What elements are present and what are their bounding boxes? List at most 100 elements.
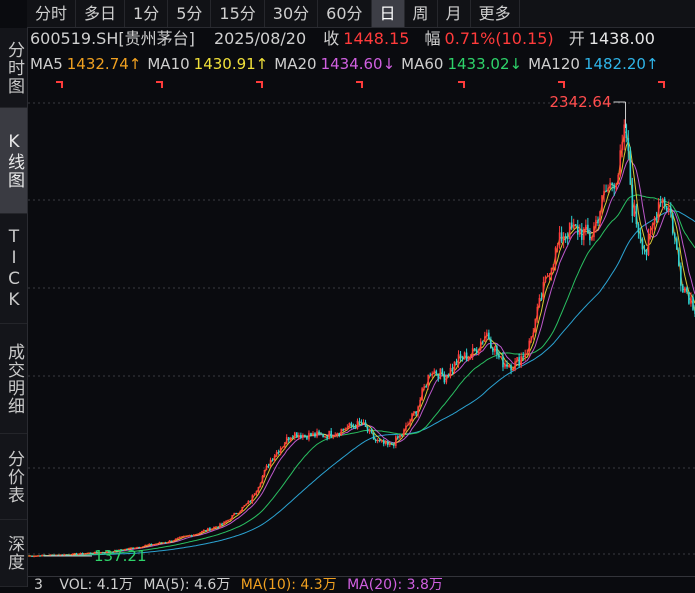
candle-body-206 bbox=[443, 375, 446, 383]
period-marker-5 bbox=[558, 81, 565, 88]
side-tab-5[interactable]: 深度 bbox=[0, 520, 27, 587]
period-tab-3[interactable]: 5分 bbox=[168, 0, 212, 27]
kline-chart-svg[interactable]: 2342.64 137.21 bbox=[28, 76, 695, 576]
side-tab-2[interactable]: TICK bbox=[0, 214, 27, 324]
candle-body-239 bbox=[510, 365, 512, 371]
candle-body-89 bbox=[207, 528, 209, 531]
candle-body-245 bbox=[522, 356, 524, 358]
candle-body-320 bbox=[673, 233, 676, 239]
period-tab-9[interactable]: 月 bbox=[438, 0, 471, 27]
candle-body-76 bbox=[180, 536, 183, 538]
candle-body-322 bbox=[678, 249, 680, 266]
candle-body-188 bbox=[407, 424, 409, 426]
candle-body-88 bbox=[205, 530, 207, 532]
candle-body-209 bbox=[449, 367, 452, 377]
period-tab-6[interactable]: 60分 bbox=[318, 0, 372, 27]
period-tab-7[interactable]: 日 bbox=[371, 0, 405, 27]
side-tab-0[interactable]: 分时图 bbox=[0, 28, 27, 108]
kline-chart[interactable]: 2342.64 137.21 bbox=[28, 76, 695, 576]
candle-body-192 bbox=[415, 411, 417, 415]
candle-body-70 bbox=[168, 540, 171, 543]
side-tab-4[interactable]: 分价表 bbox=[0, 434, 27, 520]
candle-body-272 bbox=[576, 225, 579, 235]
candle-body-104 bbox=[237, 513, 240, 515]
side-tab-3[interactable]: 成交明细 bbox=[0, 324, 27, 434]
candle-body-7 bbox=[41, 554, 43, 557]
candle-body-154 bbox=[338, 433, 341, 435]
candle-body-197 bbox=[425, 386, 427, 388]
candle-body-123 bbox=[275, 451, 278, 456]
candle-body-194 bbox=[419, 399, 421, 407]
candle-body-273 bbox=[578, 229, 581, 235]
ma-value-2: 1434.60↓ bbox=[320, 55, 396, 73]
candle-body-5 bbox=[37, 555, 39, 557]
candle-body-139 bbox=[308, 432, 310, 440]
period-tab-1[interactable]: 多日 bbox=[76, 0, 126, 27]
candle-body-311 bbox=[655, 217, 658, 220]
candle-body-85 bbox=[199, 532, 201, 534]
period-tab-0[interactable]: 分时 bbox=[27, 0, 77, 27]
change-label: 幅 bbox=[424, 29, 441, 48]
candle-body-220 bbox=[471, 348, 474, 356]
period-tab-10[interactable]: 更多 bbox=[471, 0, 520, 27]
ma-label-4: MA120 bbox=[528, 55, 580, 73]
candle-body-275 bbox=[583, 228, 585, 240]
candle-body-100 bbox=[229, 519, 231, 521]
candle-body-265 bbox=[562, 236, 565, 242]
side-tab-1[interactable]: K线图 bbox=[0, 108, 27, 214]
candle-body-81 bbox=[190, 535, 193, 537]
candle-body-223 bbox=[477, 349, 480, 354]
candle-body-131 bbox=[291, 437, 294, 439]
candle-body-90 bbox=[209, 528, 211, 531]
candle-body-195 bbox=[421, 388, 423, 400]
candle-body-26 bbox=[79, 552, 82, 554]
candle-body-201 bbox=[433, 370, 436, 374]
period-tab-2[interactable]: 1分 bbox=[125, 0, 169, 27]
candle-body-236 bbox=[504, 363, 506, 368]
candle-body-118 bbox=[265, 465, 268, 470]
candle-body-193 bbox=[417, 406, 419, 415]
candle-body-225 bbox=[481, 341, 484, 343]
candle-body-22 bbox=[71, 553, 74, 556]
period-tab-5[interactable]: 30分 bbox=[265, 0, 319, 27]
candle-body-299 bbox=[631, 184, 634, 216]
ma-line-MA10 bbox=[28, 139, 695, 557]
candle-body-175 bbox=[380, 440, 383, 442]
stock-symbol: 600519.SH[贵州茅台] bbox=[30, 29, 195, 48]
candle-body-125 bbox=[279, 448, 282, 453]
candle-body-300 bbox=[633, 205, 636, 216]
candle-body-68 bbox=[164, 542, 167, 544]
candle-body-224 bbox=[479, 341, 482, 350]
candle-body-165 bbox=[360, 422, 363, 424]
candle-body-280 bbox=[593, 226, 595, 238]
candle-body-210 bbox=[451, 367, 454, 371]
candle-body-132 bbox=[294, 432, 296, 438]
quote-date: 2025/08/20 bbox=[213, 29, 307, 48]
candle-body-77 bbox=[182, 536, 185, 538]
period-tab-bar: 分时 多日 1分 5分 15分 30分 60分日周月更多 bbox=[27, 0, 695, 28]
candle-body-313 bbox=[659, 202, 662, 204]
candle-body-112 bbox=[253, 494, 256, 496]
candle-body-163 bbox=[356, 420, 359, 429]
candle-body-269 bbox=[570, 222, 573, 229]
open-label: 开 bbox=[568, 29, 585, 48]
candle-body-2 bbox=[31, 555, 33, 557]
candle-body-74 bbox=[176, 537, 179, 539]
candle-body-227 bbox=[486, 332, 488, 337]
candle-body-314 bbox=[661, 198, 664, 204]
candle-body-310 bbox=[653, 217, 656, 225]
period-tab-4[interactable]: 15分 bbox=[211, 0, 265, 27]
candle-body-114 bbox=[257, 487, 260, 492]
ma-line-MA120 bbox=[28, 210, 695, 557]
candle-body-326 bbox=[686, 287, 688, 292]
candle-body-97 bbox=[223, 521, 225, 525]
candle-body-1 bbox=[29, 555, 31, 557]
candle-body-24 bbox=[75, 553, 78, 555]
candle-body-228 bbox=[488, 332, 490, 340]
candle-body-242 bbox=[516, 357, 518, 362]
candle-body-315 bbox=[663, 198, 666, 206]
candle-body-102 bbox=[233, 513, 235, 516]
candle-body-260 bbox=[552, 264, 555, 268]
period-tab-8[interactable]: 周 bbox=[405, 0, 438, 27]
candle-body-233 bbox=[498, 354, 500, 358]
